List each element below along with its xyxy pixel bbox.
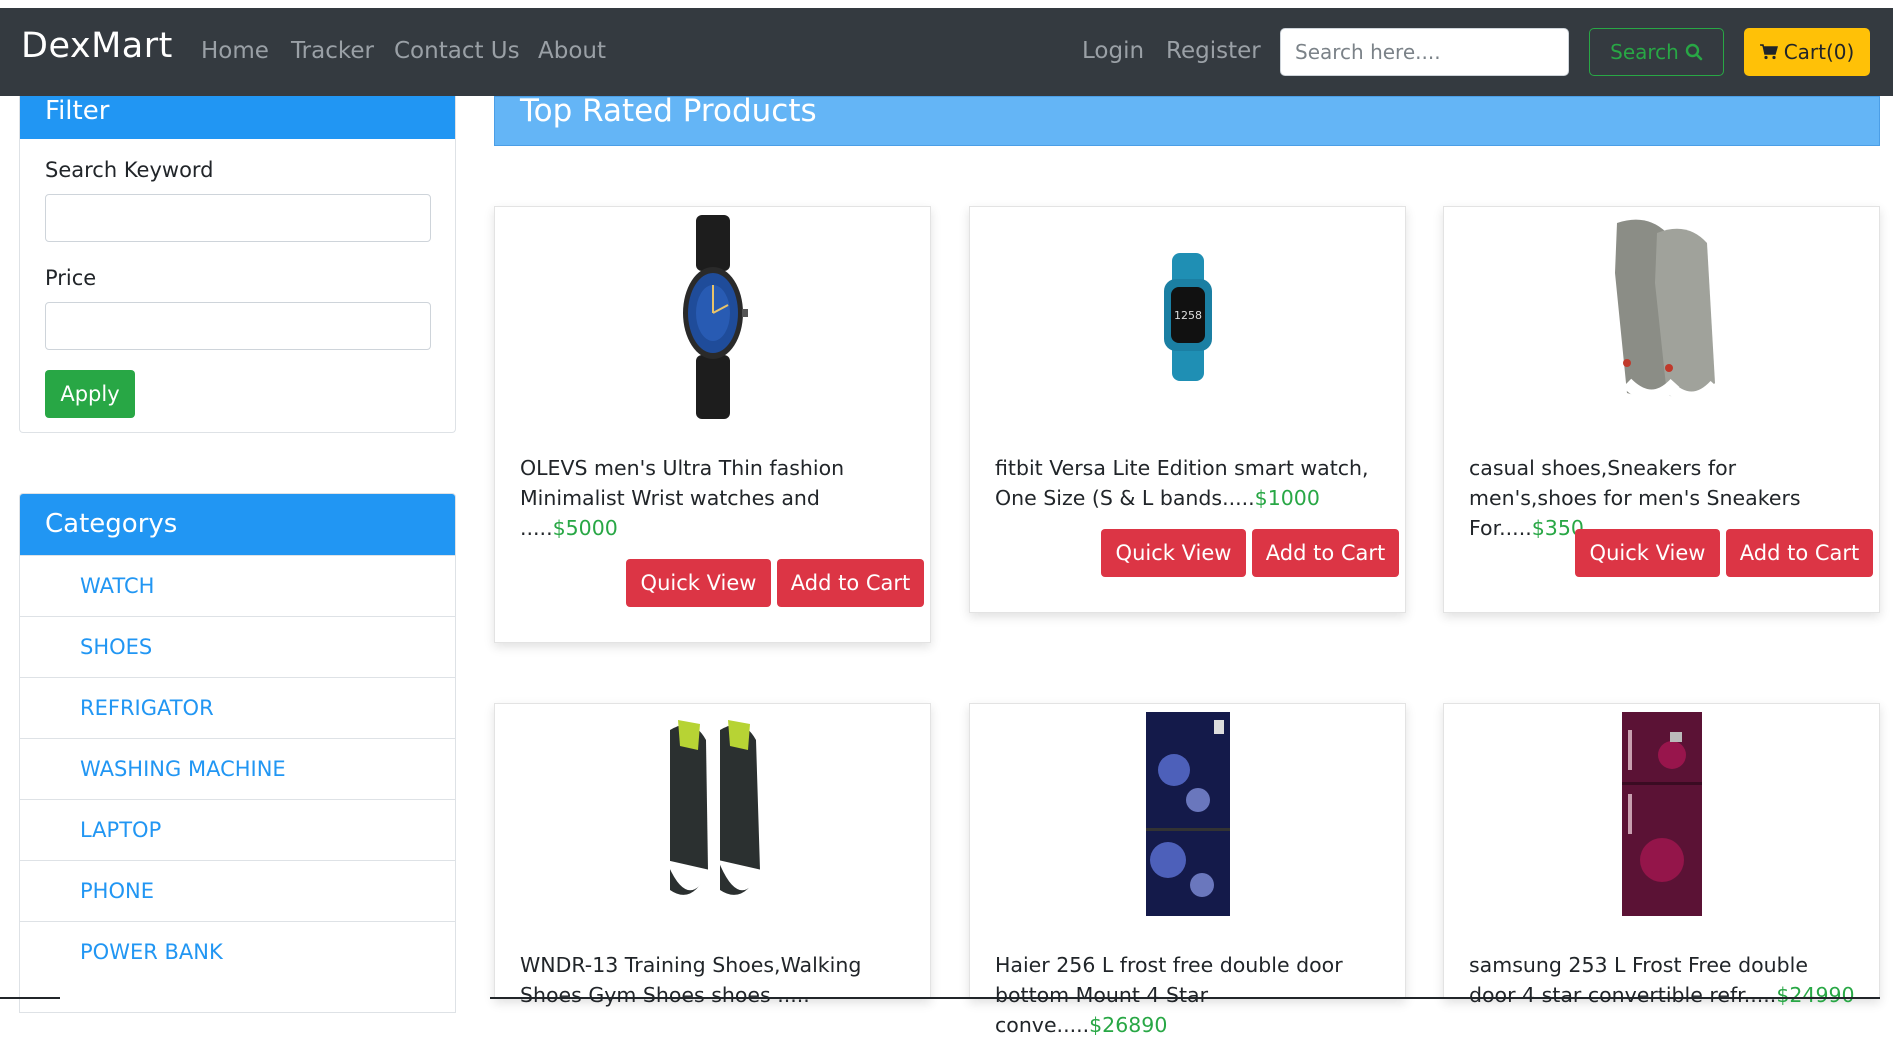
refrigerator-image xyxy=(1621,712,1702,916)
category-item-power-bank[interactable]: POWER BANK xyxy=(20,921,455,982)
page-title: Top Rated Products xyxy=(494,96,1880,146)
sneakers-image xyxy=(1614,219,1719,404)
category-item-shoes[interactable]: SHOES xyxy=(20,616,455,677)
search-button-label: Search xyxy=(1610,40,1679,64)
product-actions: Quick View Add to Cart xyxy=(1101,529,1399,577)
top-strip xyxy=(0,0,1893,8)
quick-view-button[interactable]: Quick View xyxy=(1101,529,1246,577)
product-card: Haier 256 L frost free double door botto… xyxy=(969,703,1406,1037)
cart-button[interactable]: Cart(0) xyxy=(1744,28,1870,76)
wristwatch-image xyxy=(682,215,748,419)
category-item-watch[interactable]: WATCH xyxy=(20,555,455,616)
product-description: fitbit Versa Lite Edition smart watch, O… xyxy=(995,453,1385,513)
product-image[interactable] xyxy=(970,710,1405,918)
product-description: WNDR-13 Training Shoes,Walking Shoes Gym… xyxy=(520,950,910,1010)
product-image[interactable]: 1258 xyxy=(970,213,1405,421)
product-price: $24990 xyxy=(1776,983,1855,1007)
apply-button[interactable]: Apply xyxy=(45,370,135,418)
product-card: WNDR-13 Training Shoes,Walking Shoes Gym… xyxy=(494,703,931,1007)
quick-view-button[interactable]: Quick View xyxy=(626,559,771,607)
categories-panel: Categorys WATCH SHOES REFRIGATOR WASHING… xyxy=(19,493,456,1013)
search-icon xyxy=(1685,43,1703,61)
product-price: $1000 xyxy=(1254,486,1320,510)
categories-title: Categorys xyxy=(20,494,455,555)
svg-text:1258: 1258 xyxy=(1174,309,1202,322)
nav-register[interactable]: Register xyxy=(1166,38,1261,64)
nav-tracker[interactable]: Tracker xyxy=(291,38,374,64)
nav-home[interactable]: Home xyxy=(201,38,269,64)
quick-view-button[interactable]: Quick View xyxy=(1575,529,1720,577)
search-button[interactable]: Search xyxy=(1589,28,1724,76)
category-item-refrigator[interactable]: REFRIGATOR xyxy=(20,677,455,738)
product-image[interactable] xyxy=(1444,710,1879,918)
filter-title: Filter xyxy=(20,96,455,139)
keyword-label: Search Keyword xyxy=(45,158,214,182)
product-actions: Quick View Add to Cart xyxy=(1575,529,1873,577)
filter-panel: Filter Search Keyword Price Apply xyxy=(19,96,456,433)
nav-about[interactable]: About xyxy=(538,38,606,64)
navbar: DexMart Home Tracker Contact Us About Lo… xyxy=(0,8,1893,96)
cart-button-label: Cart(0) xyxy=(1783,40,1855,64)
product-image[interactable] xyxy=(1444,213,1879,421)
product-card: OLEVS men's Ultra Thin fashion Minimalis… xyxy=(494,206,931,643)
nav-login[interactable]: Login xyxy=(1082,38,1144,64)
product-price: $26890 xyxy=(1089,1013,1168,1037)
product-price: $5000 xyxy=(552,516,618,540)
product-actions: Quick View Add to Cart xyxy=(626,559,924,607)
add-to-cart-button[interactable]: Add to Cart xyxy=(1252,529,1399,577)
smartwatch-image: 1258 xyxy=(1163,253,1212,381)
product-image[interactable] xyxy=(495,213,930,421)
product-name: Haier 256 L frost free double door botto… xyxy=(995,953,1343,1037)
category-item-washing-machine[interactable]: WASHING MACHINE xyxy=(20,738,455,799)
product-description: samsung 253 L Frost Free double door 4 s… xyxy=(1469,950,1859,1010)
product-description: OLEVS men's Ultra Thin fashion Minimalis… xyxy=(520,453,910,543)
add-to-cart-button[interactable]: Add to Cart xyxy=(1726,529,1873,577)
add-to-cart-button[interactable]: Add to Cart xyxy=(777,559,924,607)
keyword-input[interactable] xyxy=(45,194,431,242)
category-item-laptop[interactable]: LAPTOP xyxy=(20,799,455,860)
refrigerator-image xyxy=(1145,712,1230,916)
brand-logo[interactable]: DexMart xyxy=(21,26,173,66)
category-item-phone[interactable]: PHONE xyxy=(20,860,455,921)
product-name: casual shoes,Sneakers for men's,shoes fo… xyxy=(1469,456,1801,540)
product-card: samsung 253 L Frost Free double door 4 s… xyxy=(1443,703,1880,1007)
price-label: Price xyxy=(45,266,97,290)
training-shoes-image xyxy=(665,720,762,895)
search-input[interactable] xyxy=(1280,28,1569,76)
product-card: 1258 fitbit Versa Lite Edition smart wat… xyxy=(969,206,1406,613)
shopping-cart-icon xyxy=(1759,44,1778,60)
product-card: casual shoes,Sneakers for men's,shoes fo… xyxy=(1443,206,1880,613)
product-description: Haier 256 L frost free double door botto… xyxy=(995,950,1385,1040)
nav-contact-us[interactable]: Contact Us xyxy=(394,38,520,64)
product-image[interactable] xyxy=(495,710,930,918)
price-input[interactable] xyxy=(45,302,431,350)
